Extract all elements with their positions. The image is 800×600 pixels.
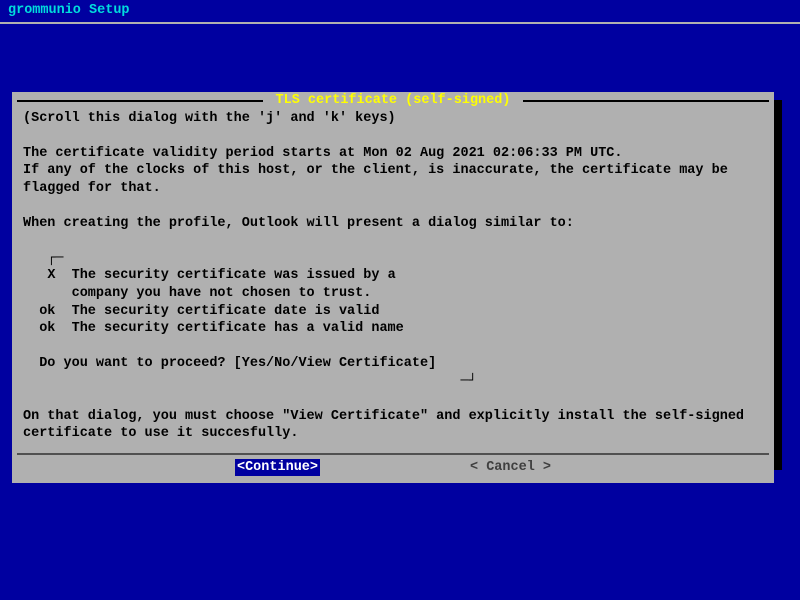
box-corner-br-icon: ─┘ — [460, 373, 476, 391]
app-title: grommunio Setup — [8, 3, 130, 18]
sim-prompt: Do you want to proceed? [Yes/No/View Cer… — [23, 356, 436, 371]
box-corner-tl-icon: ┌─ — [47, 250, 63, 268]
continue-button[interactable]: <Continue> — [235, 459, 320, 477]
paragraph-validity: The certificate validity period starts a… — [23, 146, 736, 196]
tls-dialog: TLS certificate (self-signed) (Scroll th… — [12, 92, 774, 483]
sim-line-issued-cont: company you have not chosen to trust. — [23, 286, 371, 301]
paragraph-outlook: When creating the profile, Outlook will … — [23, 216, 574, 231]
sim-line-date: ok The security certificate date is vali… — [23, 304, 379, 319]
app-header: grommunio Setup — [0, 0, 800, 22]
dialog-body[interactable]: (Scroll this dialog with the 'j' and 'k'… — [13, 110, 773, 449]
paragraph-instruction: On that dialog, you must choose "View Ce… — [23, 409, 752, 442]
sim-line-name: ok The security certificate has a valid … — [23, 321, 404, 336]
header-separator — [0, 22, 800, 24]
dialog-buttons: <Continue> < Cancel > — [13, 455, 773, 483]
sim-line-issued: X The security certificate was issued by… — [23, 268, 396, 283]
dialog-title: TLS certificate (self-signed) — [13, 92, 773, 110]
cancel-button[interactable]: < Cancel > — [470, 459, 551, 477]
scroll-hint: (Scroll this dialog with the 'j' and 'k'… — [23, 111, 396, 126]
